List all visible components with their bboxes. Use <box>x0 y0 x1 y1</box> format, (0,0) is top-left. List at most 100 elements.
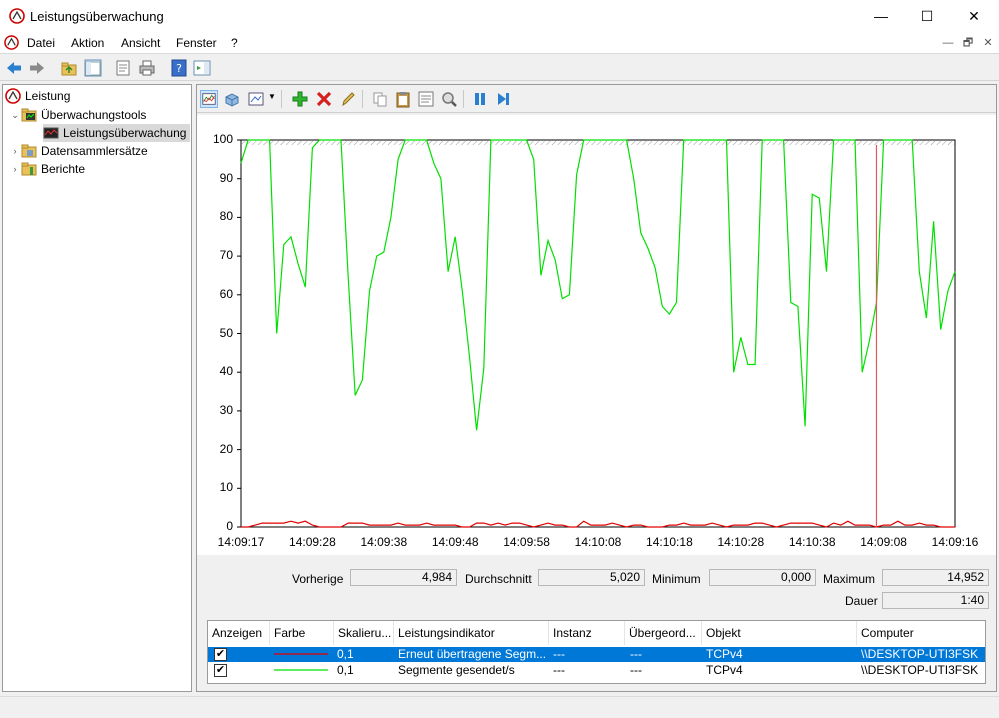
y-tick-label: 30 <box>219 402 233 417</box>
action-pane-icon[interactable] <box>193 59 211 77</box>
maximize-button[interactable]: ☐ <box>904 0 950 32</box>
show-checkbox[interactable]: ✔ <box>214 664 227 677</box>
col-header-farbe[interactable]: Farbe <box>270 621 334 645</box>
menu-aktion[interactable]: Aktion <box>71 36 104 50</box>
menu-help[interactable]: ? <box>231 36 238 50</box>
y-tick-label: 100 <box>212 132 233 146</box>
cell-computer: \\DESKTOP-UTI3FSK <box>861 663 979 677</box>
navigation-tree: Leistung ⌄ Überwachungstools Leistungsüb… <box>2 84 192 692</box>
x-tick-label: 14:09:17 <box>217 535 265 549</box>
menu-ansicht[interactable]: Ansicht <box>121 36 160 50</box>
menu-bar: Datei Aktion Ansicht Fenster ? — 🗗 ✕ <box>0 32 999 54</box>
paste-counter-icon[interactable] <box>394 90 412 108</box>
col-header-computer[interactable]: Computer <box>857 621 985 645</box>
tree-item-berichte[interactable]: › Berichte <box>9 160 86 178</box>
cell-instance: --- <box>553 663 565 677</box>
title-bar: Leistungsüberwachung — ☐ ✕ <box>0 0 999 32</box>
status-bar <box>0 696 999 718</box>
delete-counter-icon[interactable] <box>315 90 333 108</box>
stat-min-label: Minimum <box>652 572 701 586</box>
menu-datei[interactable]: Datei <box>27 36 55 50</box>
highlight-pen-icon[interactable] <box>339 90 357 108</box>
cell-parent: --- <box>630 647 642 661</box>
tree-item-leistungsueberwachung[interactable]: Leistungsüberwachung <box>43 124 191 142</box>
x-tick-label: 14:10:28 <box>717 535 765 549</box>
table-row[interactable]: ✔ 0,1 Segmente gesendet/s --- --- TCPv4 … <box>208 663 985 678</box>
mdi-minimize-button[interactable]: — <box>940 36 956 51</box>
menu-fenster[interactable]: Fenster <box>176 36 217 50</box>
print-icon[interactable] <box>138 59 156 77</box>
stat-prev-value: 4,984 <box>350 569 457 586</box>
window-title: Leistungsüberwachung <box>30 9 164 24</box>
stat-max-value: 14,952 <box>882 569 989 586</box>
col-header-leistungsindikator[interactable]: Leistungsindikator <box>394 621 549 645</box>
properties-icon[interactable] <box>114 59 132 77</box>
folder-reports-icon <box>21 162 37 176</box>
svg-text:?: ? <box>176 62 182 75</box>
tree-item-leistung[interactable]: Leistung <box>5 87 70 105</box>
dropdown-arrow-icon[interactable]: ▼ <box>268 92 276 101</box>
properties-icon[interactable] <box>417 90 435 108</box>
stat-avg-label: Durchschnitt <box>465 572 532 586</box>
pause-icon[interactable] <box>471 90 489 108</box>
y-tick-label: 80 <box>219 209 233 224</box>
stat-prev-label: Vorherige <box>292 572 344 586</box>
tree-item-label: Berichte <box>41 162 86 176</box>
step-forward-icon[interactable] <box>494 90 512 108</box>
zoom-icon[interactable] <box>440 90 458 108</box>
chevron-right-icon[interactable]: › <box>9 146 21 156</box>
show-checkbox[interactable]: ✔ <box>214 648 227 661</box>
x-tick-label: 14:09:48 <box>431 535 479 549</box>
tree-item-ueberwachungstools[interactable]: ⌄ Überwachungstools <box>9 106 146 124</box>
y-tick-label: 0 <box>226 519 233 533</box>
y-tick-label: 10 <box>219 480 233 495</box>
help-icon[interactable]: ? <box>170 59 188 77</box>
cell-scale: 0,1 <box>337 647 354 661</box>
toolbar-separator <box>362 90 363 108</box>
mdi-close-button[interactable]: ✕ <box>980 36 996 51</box>
close-button[interactable]: ✕ <box>951 0 997 32</box>
chevron-right-icon[interactable]: › <box>9 164 21 174</box>
series-color-swatch <box>274 653 328 655</box>
cell-object: TCPv4 <box>706 647 743 661</box>
y-tick-label: 90 <box>219 170 233 185</box>
overflow-band <box>242 141 954 145</box>
tree-item-datensammlersaetze[interactable]: › Datensammlersätze <box>9 142 148 160</box>
x-tick-label: 14:09:16 <box>931 535 979 549</box>
col-header-uebergeordnet[interactable]: Übergeord... <box>625 621 702 645</box>
minimize-button[interactable]: — <box>858 0 904 32</box>
stat-max-label: Maximum <box>823 572 876 586</box>
tree-item-label: Datensammlersätze <box>41 144 148 158</box>
y-tick-label: 60 <box>219 286 233 301</box>
show-hide-tree-icon[interactable] <box>84 59 102 77</box>
view-graph-icon[interactable] <box>200 90 218 108</box>
change-graph-type-icon[interactable] <box>223 90 241 108</box>
forward-arrow-icon[interactable] <box>28 59 46 77</box>
col-header-anzeigen[interactable]: Anzeigen <box>208 621 270 645</box>
stat-avg-value: 5,020 <box>538 569 645 586</box>
stat-min-value: 0,000 <box>709 569 816 586</box>
plot-area <box>240 139 956 528</box>
y-tick-label: 70 <box>219 248 233 263</box>
col-header-skalierung[interactable]: Skalieru... <box>334 621 394 645</box>
statistics-bar: Vorherige 4,984 Durchschnitt 5,020 Minim… <box>197 565 996 611</box>
stat-duration-label: Dauer <box>845 594 878 608</box>
cell-counter: Segmente gesendet/s <box>398 663 515 677</box>
performance-graph: 0 10 20 30 40 50 60 70 80 90 100 14:09:17 14:09:28 1… <box>197 115 996 555</box>
monitor-toolbar: ▼ <box>197 85 996 113</box>
change-graph-icon[interactable] <box>247 90 265 108</box>
copy-properties-icon[interactable] <box>371 90 389 108</box>
cell-scale: 0,1 <box>337 663 354 677</box>
tree-item-label: Leistung <box>25 89 71 103</box>
table-row[interactable]: ✔ 0,1 Erneut übertragene Segm... --- ---… <box>208 647 985 662</box>
col-header-instanz[interactable]: Instanz <box>549 621 625 645</box>
back-arrow-icon[interactable] <box>5 59 23 77</box>
col-header-objekt[interactable]: Objekt <box>702 621 857 645</box>
chevron-down-icon[interactable]: ⌄ <box>9 110 21 121</box>
cell-object: TCPv4 <box>706 663 743 677</box>
up-folder-icon[interactable] <box>60 59 78 77</box>
system-menu-icon[interactable] <box>4 35 19 50</box>
add-counter-icon[interactable] <box>291 90 309 108</box>
mdi-restore-button[interactable]: 🗗 <box>960 36 976 51</box>
graph-canvas[interactable] <box>197 115 996 555</box>
